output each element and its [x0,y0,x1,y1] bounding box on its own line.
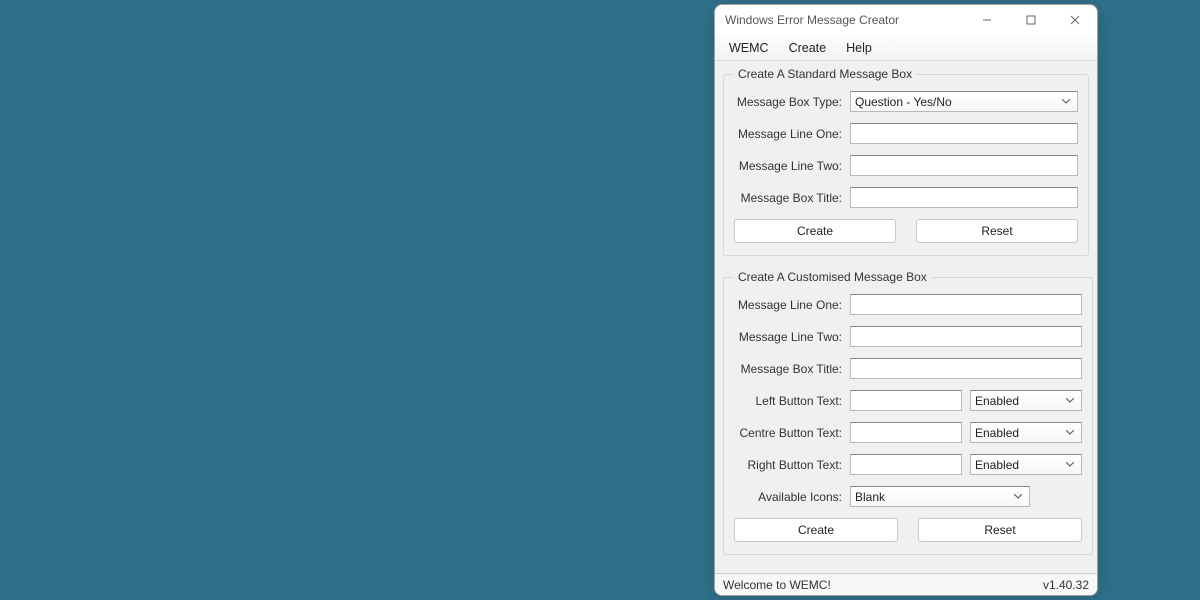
right-button-state-value: Enabled [975,458,1063,472]
chevron-down-icon [1063,398,1077,404]
version-text: v1.40.32 [1043,578,1089,592]
centre-button-text-input[interactable] [850,422,962,443]
chevron-down-icon [1063,430,1077,436]
menubar: WEMC Create Help [715,35,1097,61]
message-box-type-select[interactable]: Question - Yes/No [850,91,1078,112]
label-title: Message Box Title: [734,191,850,205]
chevron-down-icon [1059,99,1073,105]
left-button-text-input[interactable] [850,390,962,411]
custom-legend: Create A Customised Message Box [734,270,931,284]
row-title: Message Box Title: [734,187,1078,208]
clabel-left: Left Button Text: [734,394,850,408]
label-line1: Message Line One: [734,127,850,141]
standard-title-input[interactable] [850,187,1078,208]
standard-reset-button[interactable]: Reset [916,219,1078,243]
close-button[interactable] [1053,5,1097,35]
crow-centre: Centre Button Text: Enabled [734,422,1082,443]
clabel-line1: Message Line One: [734,298,850,312]
close-icon [1070,15,1080,25]
row-line2: Message Line Two: [734,155,1078,176]
custom-group: Create A Customised Message Box Message … [723,270,1093,555]
clabel-title: Message Box Title: [734,362,850,376]
minimize-button[interactable] [965,5,1009,35]
row-type: Message Box Type: Question - Yes/No [734,91,1078,112]
left-button-state-value: Enabled [975,394,1063,408]
available-icons-select[interactable]: Blank [850,486,1030,507]
standard-line2-input[interactable] [850,155,1078,176]
minimize-icon [982,15,992,25]
chevron-down-icon [1063,462,1077,468]
clabel-icons: Available Icons: [734,490,850,504]
standard-buttons: Create Reset [734,219,1078,243]
crow-line1: Message Line One: [734,294,1082,315]
standard-legend: Create A Standard Message Box [734,67,916,81]
status-text: Welcome to WEMC! [723,578,1043,592]
custom-reset-button[interactable]: Reset [918,518,1082,542]
custom-buttons: Create Reset [734,518,1082,542]
clabel-centre: Centre Button Text: [734,426,850,440]
label-box-type: Message Box Type: [734,95,850,109]
right-button-state-select[interactable]: Enabled [970,454,1082,475]
statusbar: Welcome to WEMC! v1.40.32 [715,573,1097,595]
menu-wemc[interactable]: WEMC [719,38,779,58]
right-button-text-input[interactable] [850,454,962,475]
available-icons-value: Blank [855,490,1011,504]
chevron-down-icon [1011,494,1025,500]
crow-title: Message Box Title: [734,358,1082,379]
custom-title-input[interactable] [850,358,1082,379]
crow-right: Right Button Text: Enabled [734,454,1082,475]
menu-help[interactable]: Help [836,38,882,58]
centre-button-state-select[interactable]: Enabled [970,422,1082,443]
custom-line1-input[interactable] [850,294,1082,315]
crow-icons: Available Icons: Blank [734,486,1082,507]
label-line2: Message Line Two: [734,159,850,173]
app-window: Windows Error Message Creator WEMC Creat… [714,4,1098,596]
menu-create[interactable]: Create [779,38,837,58]
standard-group: Create A Standard Message Box Message Bo… [723,67,1089,256]
crow-left: Left Button Text: Enabled [734,390,1082,411]
clabel-right: Right Button Text: [734,458,850,472]
custom-line2-input[interactable] [850,326,1082,347]
clabel-line2: Message Line Two: [734,330,850,344]
row-line1: Message Line One: [734,123,1078,144]
content-area: Create A Standard Message Box Message Bo… [715,61,1097,573]
crow-line2: Message Line Two: [734,326,1082,347]
left-button-state-select[interactable]: Enabled [970,390,1082,411]
message-box-type-value: Question - Yes/No [855,95,1059,109]
titlebar: Windows Error Message Creator [715,5,1097,35]
window-title: Windows Error Message Creator [725,13,965,27]
centre-button-state-value: Enabled [975,426,1063,440]
standard-create-button[interactable]: Create [734,219,896,243]
custom-create-button[interactable]: Create [734,518,898,542]
maximize-icon [1026,15,1036,25]
maximize-button[interactable] [1009,5,1053,35]
standard-line1-input[interactable] [850,123,1078,144]
